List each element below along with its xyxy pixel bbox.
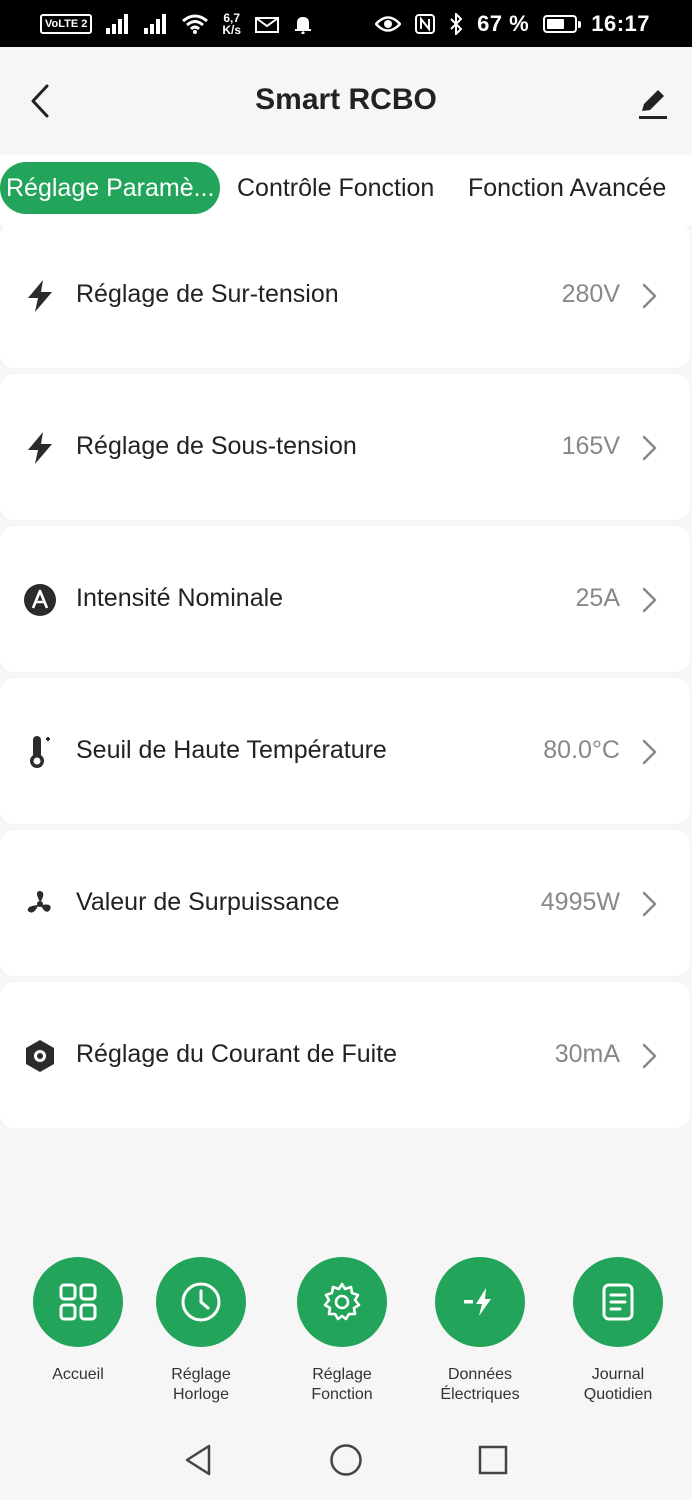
nfc-icon [415,13,436,34]
bell-icon [295,16,312,34]
chevron-right-icon [642,283,657,309]
nav-button-donnees[interactable] [435,1257,525,1347]
nav-label: Données Électriques [440,1366,520,1403]
setting-value: 30mA [554,1040,620,1068]
setting-label: Réglage de Sous-tension [76,432,357,460]
nav-accueil[interactable]: Accueil [8,1257,148,1385]
nav-journal-quotidien[interactable]: Journal Quotidien [548,1257,688,1405]
tab-reglage-parametres[interactable]: Réglage Paramè... [0,162,221,214]
signal-icon [144,13,167,34]
bluetooth-icon [450,12,463,35]
document-icon [602,1283,634,1321]
setting-label: Réglage de Sur-tension [76,280,339,308]
chevron-right-icon [642,587,657,613]
setting-value: 80.0°C [543,736,620,764]
circle-home-icon [330,1444,362,1476]
setting-row-courant-fuite[interactable]: Réglage du Courant de Fuite 30mA [0,982,690,1128]
tab-label: Réglage Paramè... [6,173,215,202]
wifi-icon [182,14,209,34]
nav-donnees-electriques[interactable]: Données Électriques [410,1257,550,1405]
setting-label: Valeur de Surpuissance [76,888,340,916]
nav-button-fonction[interactable] [297,1257,387,1347]
setting-row-temperature[interactable]: Seuil de Haute Température 80.0°C [0,678,690,824]
hexagon-nut-icon [22,1038,58,1074]
chevron-right-icon [642,435,657,461]
system-back-button[interactable] [178,1440,218,1480]
bottom-navigation: Accueil Réglage Horloge Réglage Fonction… [0,1240,692,1420]
gear-icon [323,1282,361,1321]
tab-bar: Réglage Paramè... Contrôle Fonction Fonc… [0,155,692,225]
nav-button-horloge[interactable] [156,1257,246,1347]
pencil-icon [639,90,667,119]
triangle-back-icon [185,1444,211,1476]
fan-icon [22,886,58,922]
nav-reglage-fonction[interactable]: Réglage Fonction [272,1257,412,1405]
setting-label: Intensité Nominale [76,584,284,612]
grid-icon [59,1283,97,1321]
system-recents-button[interactable] [473,1440,513,1480]
network-speed: 6,7 K/s [222,10,242,37]
lightning-icon [22,278,58,314]
battery-percent: 67 % [477,10,530,36]
nav-button-accueil[interactable] [33,1257,123,1347]
tab-label: Fonction Avancée [468,173,667,202]
tab-controle-fonction[interactable]: Contrôle Fonction [237,162,434,214]
setting-value: 280V [561,280,620,308]
clock-time: 16:17 [591,10,650,36]
nav-button-journal[interactable] [573,1257,663,1347]
setting-row-surtension[interactable]: Réglage de Sur-tension 280V [0,222,690,368]
chevron-right-icon [642,739,657,765]
electric-data-icon [464,1288,491,1316]
setting-label: Seuil de Haute Température [76,736,387,764]
system-navigation-bar [0,1420,692,1500]
chevron-right-icon [642,1043,657,1069]
nav-label: Journal Quotidien [583,1366,653,1403]
system-home-button[interactable] [326,1440,366,1480]
volte-indicator: VoLTE 2 [40,13,93,34]
setting-label: Réglage du Courant de Fuite [76,1040,398,1068]
setting-value: 25A [575,584,620,612]
lightning-icon [22,430,58,466]
setting-value: 165V [561,432,620,460]
thermometer-icon [22,734,58,770]
mail-icon [255,16,280,33]
square-recents-icon [478,1445,508,1475]
setting-row-intensite[interactable]: Intensité Nominale 25A [0,526,690,672]
chevron-right-icon [642,891,657,917]
ampere-icon [22,582,58,618]
nav-label: Accueil [52,1366,104,1383]
edit-button[interactable] [630,81,674,125]
clock-icon [181,1282,221,1322]
nav-label: Réglage Horloge [171,1366,231,1403]
signal-icon [106,13,129,34]
tab-fonction-avancee[interactable]: Fonction Avancée [468,162,666,214]
status-bar: VoLTE 2 6,7 K/s 67 % 16:17 [0,0,692,47]
battery-icon [543,14,582,33]
setting-value: 4995W [540,888,620,916]
tab-label: Contrôle Fonction [237,173,435,202]
eye-icon [375,15,402,32]
nav-label: Réglage Fonction [311,1366,373,1403]
app-header: Smart RCBO [0,47,692,155]
nav-reglage-horloge[interactable]: Réglage Horloge [131,1257,271,1405]
setting-row-soustension[interactable]: Réglage de Sous-tension 165V [0,374,690,520]
battery-fill [547,18,565,29]
page-title: Smart RCBO [255,83,437,116]
setting-row-surpuissance[interactable]: Valeur de Surpuissance 4995W [0,830,690,976]
